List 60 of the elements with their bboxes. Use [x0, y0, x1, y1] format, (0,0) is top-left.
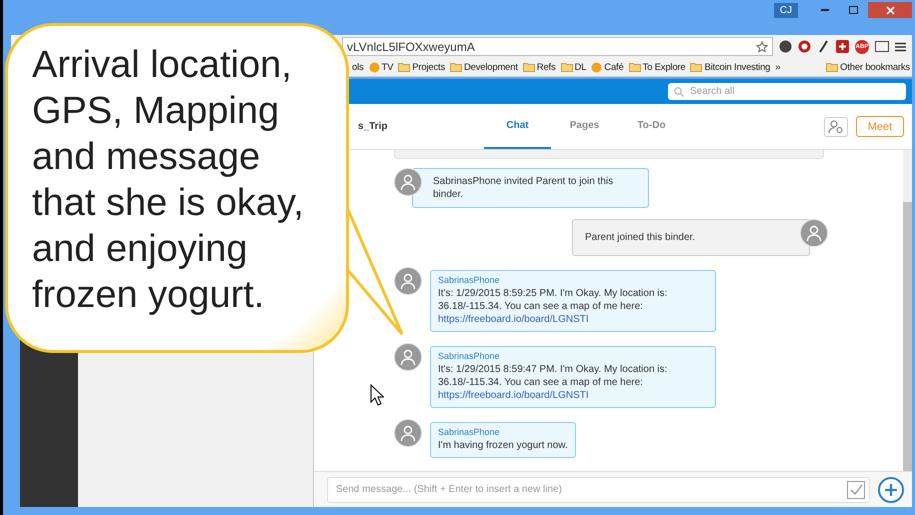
sender-name: SabrinasPhone: [438, 426, 501, 439]
message-text: I'm having frozen yogurt now.: [438, 439, 568, 452]
bookmark-label[interactable]: Other bookmarks: [840, 62, 910, 72]
avatar: [394, 168, 422, 196]
bookmark-label[interactable]: Café: [604, 62, 624, 72]
folder-icon: [560, 62, 573, 72]
bookmark-label[interactable]: DL: [574, 62, 586, 72]
tab[interactable]: Pages: [551, 104, 618, 149]
bookmark-label[interactable]: »: [775, 62, 780, 72]
bookmark-label[interactable]: Refs: [536, 62, 556, 72]
bookmark-label[interactable]: To Explore: [642, 62, 686, 72]
menu-icon[interactable]: [895, 42, 906, 52]
close-button[interactable]: [868, 2, 912, 18]
extension-icon[interactable]: [836, 40, 849, 53]
cursor-icon: [370, 384, 384, 406]
avatar: [394, 343, 422, 371]
address-bar[interactable]: vLVnlcL5lFOXxweyumA: [342, 37, 773, 56]
checkbox-icon[interactable]: [847, 480, 865, 498]
maximize-icon: [848, 6, 858, 14]
minimize-icon: [821, 9, 829, 11]
site-icon: [368, 62, 380, 72]
profile-badge[interactable]: CJ: [774, 2, 798, 18]
folder-icon: [398, 62, 410, 72]
folder-icon: [628, 62, 641, 72]
folder-icon: [690, 62, 702, 72]
cast-icon[interactable]: [875, 41, 889, 52]
extension-icon[interactable]: [779, 40, 792, 53]
folder-icon: [522, 62, 535, 72]
bookmark-label[interactable]: Bitcoin Investing: [704, 62, 770, 72]
map-link[interactable]: https://freeboard.io/board/LGNSTI: [438, 313, 708, 326]
bookmark-label[interactable]: ols: [352, 62, 364, 72]
close-icon: [886, 6, 894, 14]
map-link[interactable]: https://freeboard.io/board/LGNSTI: [438, 389, 708, 402]
message-text: It's: 1/29/2015 8:59:25 PM. I'm Okay. My location is: 36.18/-115.34. You can see a map of me here: https://freeboard.io/board/LGNSTI: [438, 287, 708, 326]
avatar: [800, 219, 828, 247]
folder-icon: [450, 62, 462, 72]
tab[interactable]: To-Do: [618, 104, 685, 149]
avatar: [394, 419, 422, 447]
scrollbar[interactable]: [903, 150, 912, 471]
extension-icon[interactable]: [817, 40, 830, 53]
notice-bubble: Parent joined this binder.: [572, 219, 810, 256]
binder-title: s_Trip: [358, 121, 388, 132]
search-icon: [674, 86, 684, 96]
sender-name: SabrinasPhone: [438, 274, 501, 287]
add-button[interactable]: [878, 476, 904, 502]
star-icon[interactable]: [756, 40, 768, 52]
settings-button[interactable]: [824, 116, 848, 136]
notice-bubble: SabrinasPhone invited Parent to join this binder.: [412, 168, 649, 208]
bookmark-label[interactable]: TV: [382, 62, 394, 72]
callout-text: Arrival location, GPS, Mapping and message that she is okay, and enjoying frozen yogurt.: [32, 43, 305, 318]
message-text: It's: 1/29/2015 8:59:47 PM. I'm Okay. My location is: 36.18/-115.34. You can see a map of me here: https://freeboard.io/board/LGNSTI: [438, 363, 708, 402]
extension-icon[interactable]: [798, 40, 811, 53]
people-settings-icon: [828, 120, 844, 134]
site-icon: [591, 62, 602, 72]
bookmark-label[interactable]: Projects: [412, 62, 446, 72]
folder-icon: [826, 62, 838, 72]
plus-icon: [884, 482, 898, 496]
sender-name: SabrinasPhone: [438, 350, 501, 363]
avatar: [394, 267, 422, 295]
bookmark-label[interactable]: Development: [464, 62, 518, 72]
